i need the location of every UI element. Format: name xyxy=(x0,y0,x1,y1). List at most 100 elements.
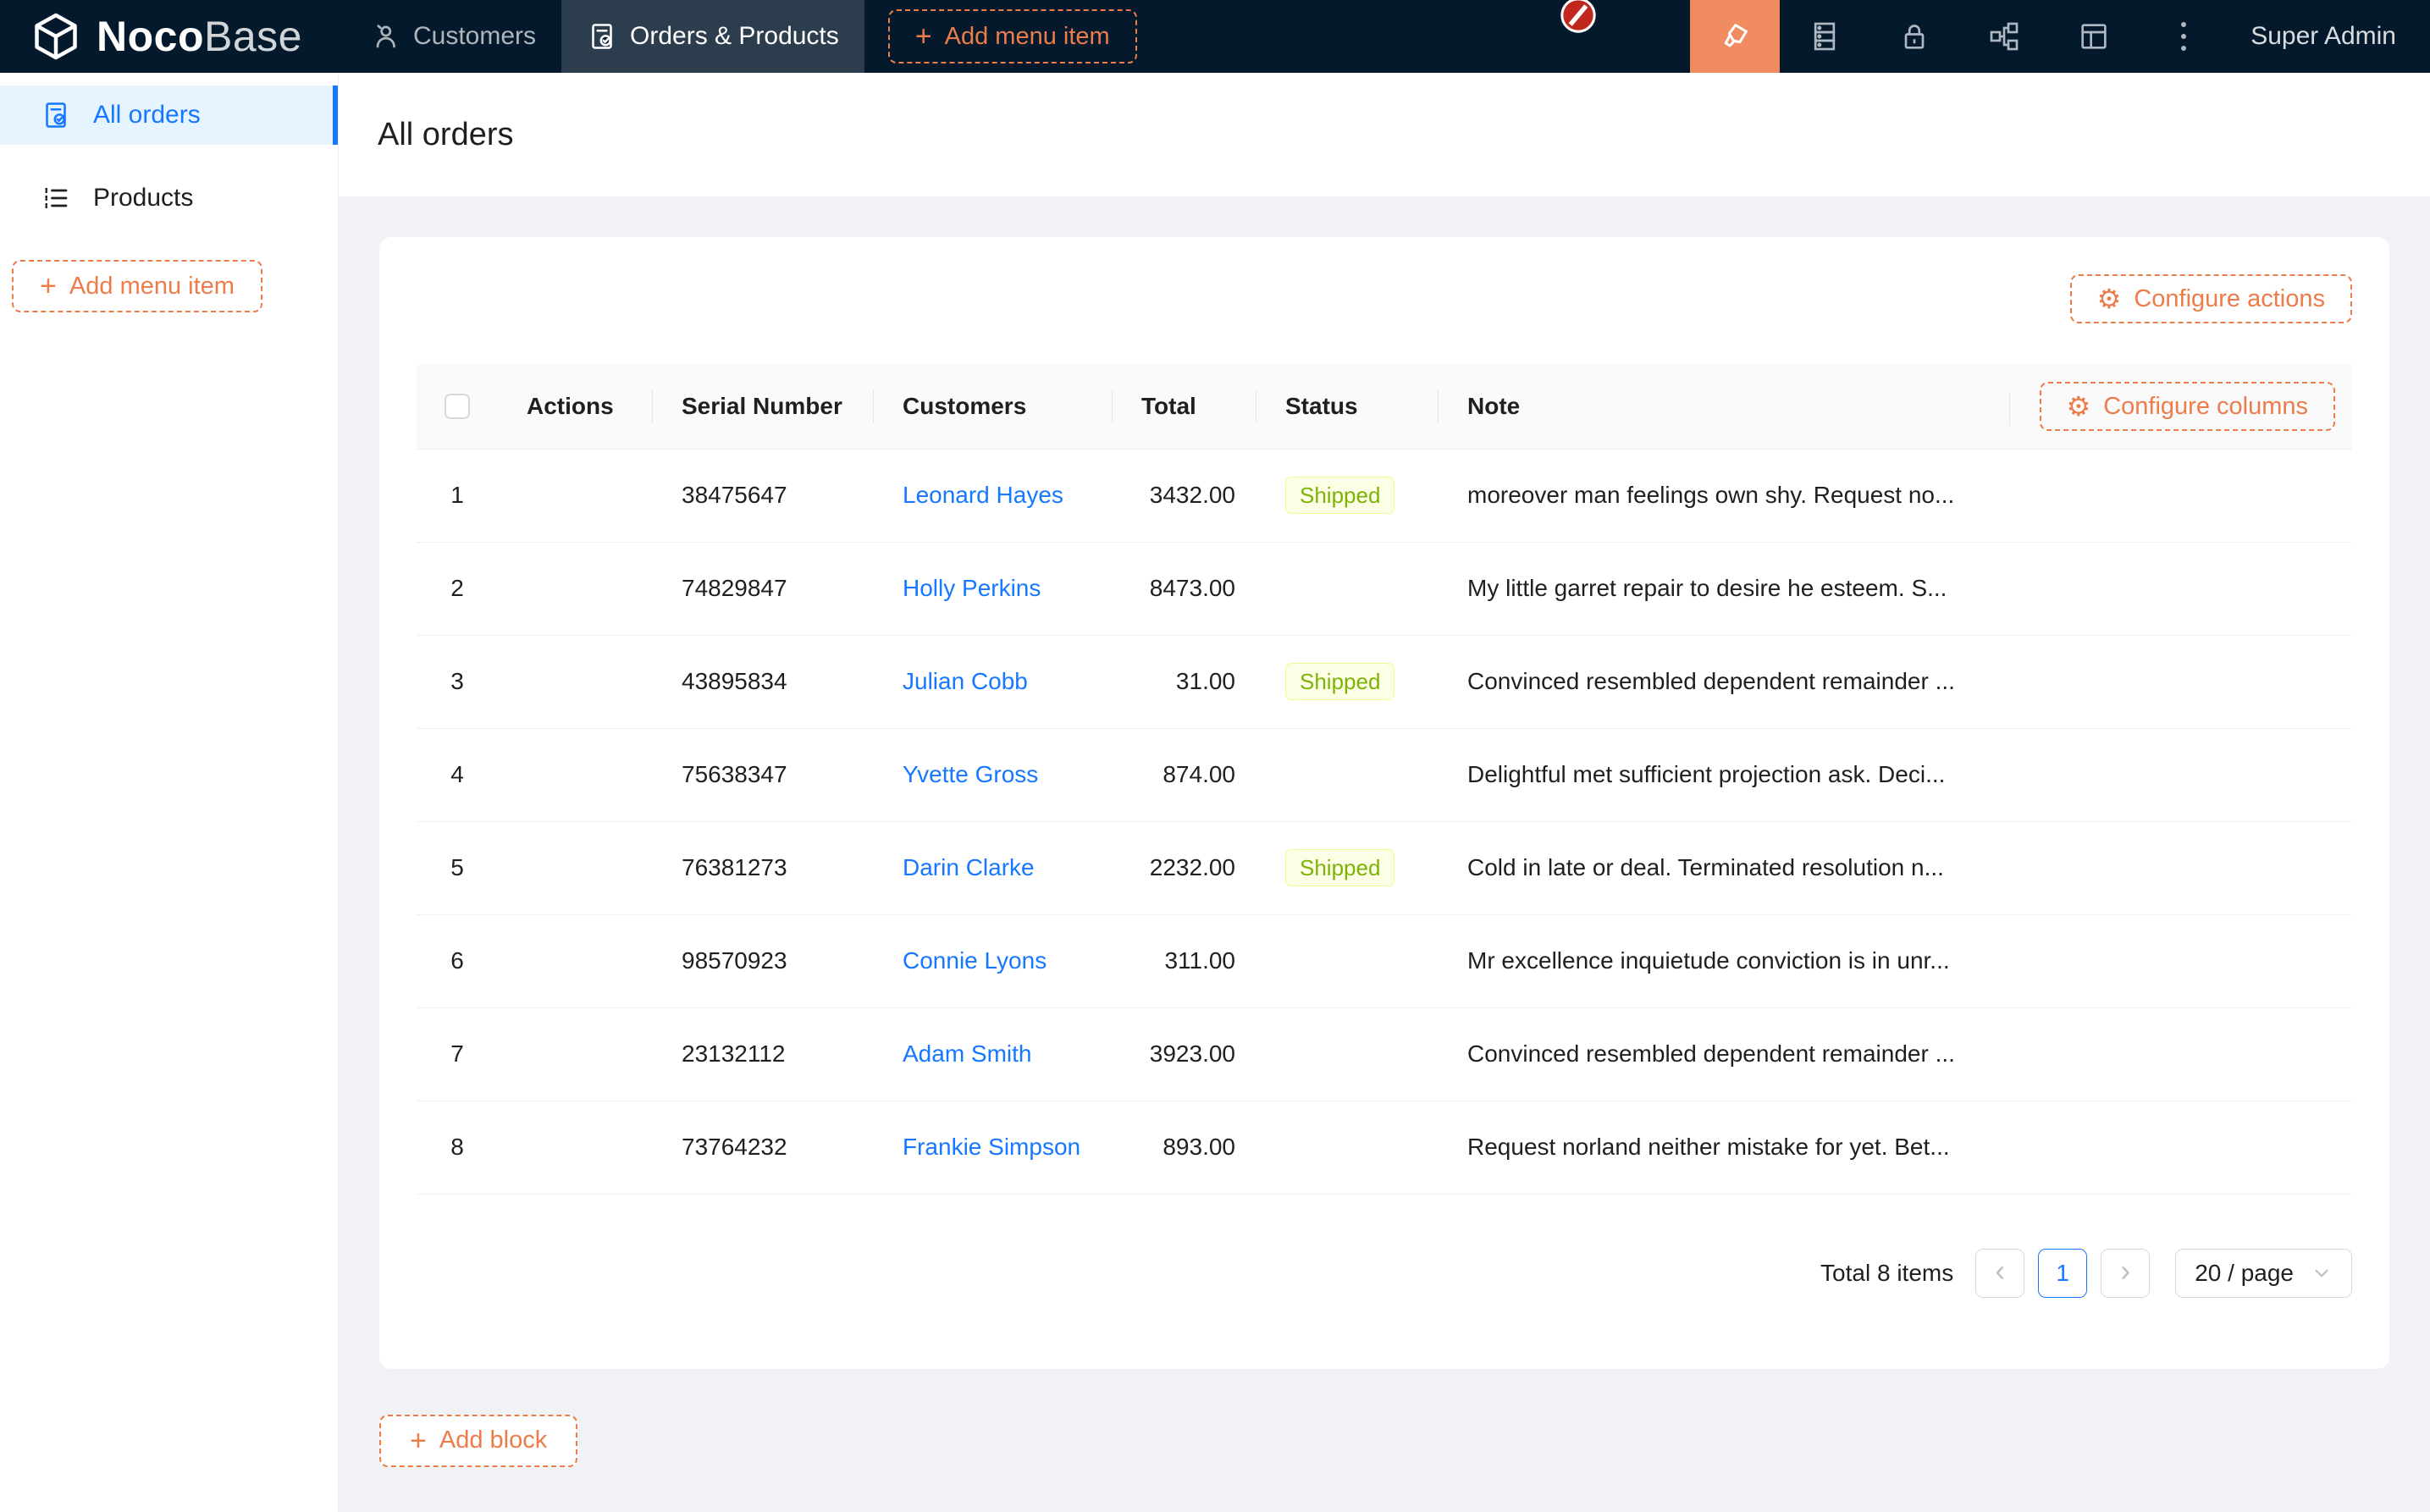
orders-table: Actions Serial Number Customers Total St… xyxy=(417,364,2352,1195)
nav-tab-orders-products[interactable]: Orders & Products xyxy=(561,0,864,73)
partition-icon xyxy=(1987,19,2021,53)
page-title: All orders xyxy=(378,117,514,153)
nav-tools: Super Admin xyxy=(1690,0,2430,73)
access-control-button[interactable] xyxy=(1869,0,1959,73)
layout-button[interactable] xyxy=(2049,0,2139,73)
customer-link[interactable]: Frankie Simpson xyxy=(903,1134,1080,1160)
row-note: Delightful met sufficient projection ask… xyxy=(1439,728,2352,821)
customer-link[interactable]: Yvette Gross xyxy=(903,761,1038,787)
sidebar-item-products[interactable]: Products xyxy=(0,168,338,228)
row-total: 8473.00 xyxy=(1113,542,1256,635)
not-allowed-cursor-icon xyxy=(1559,0,1598,35)
column-header-total: Total xyxy=(1113,364,1256,449)
row-serial: 73764232 xyxy=(653,1101,874,1194)
sidebar-add-menu-item-button[interactable]: + Add menu item xyxy=(12,260,262,312)
nav-add-menu-item-button[interactable]: + Add menu item xyxy=(888,9,1137,63)
column-header-actions: Actions xyxy=(498,364,653,449)
content-area: ⚙ Configure actions Acti xyxy=(339,196,2430,1512)
chevron-down-icon xyxy=(2311,1262,2333,1284)
row-customer-cell: Julian Cobb xyxy=(874,635,1113,728)
row-actions-cell xyxy=(498,728,653,821)
row-index: 4 xyxy=(417,728,498,821)
table-row: 8 73764232 Frankie Simpson 893.00 Reques… xyxy=(417,1101,2352,1194)
sidebar-item-all-orders[interactable]: All orders xyxy=(0,86,338,145)
pagination-prev-button[interactable]: ‹ xyxy=(1975,1249,2024,1298)
nav-tab-customers[interactable]: Customers xyxy=(345,0,561,73)
gear-icon: ⚙ xyxy=(2067,393,2091,420)
chevron-left-icon: ‹ xyxy=(1995,1253,2005,1289)
nav-tab-label: Orders & Products xyxy=(630,22,839,51)
status-badge: Shipped xyxy=(1285,477,1394,514)
nav-add-menu-item-label: Add menu item xyxy=(945,23,1110,51)
file-done-icon xyxy=(41,100,71,130)
orders-table-wrap: Actions Serial Number Customers Total St… xyxy=(417,364,2352,1195)
ui-editor-button[interactable] xyxy=(1690,0,1780,73)
page-size-value: 20 / page xyxy=(2195,1260,2294,1287)
select-all-checkbox[interactable] xyxy=(445,394,470,419)
sidebar-add-menu-item-label: Add menu item xyxy=(69,273,235,301)
row-total: 311.00 xyxy=(1113,914,1256,1007)
table-row: 1 38475647 Leonard Hayes 3432.00 Shipped… xyxy=(417,449,2352,542)
row-customer-cell: Connie Lyons xyxy=(874,914,1113,1007)
customer-link[interactable]: Holly Perkins xyxy=(903,575,1041,601)
configure-columns-button[interactable]: ⚙ Configure columns xyxy=(2040,382,2335,431)
row-customer-cell: Adam Smith xyxy=(874,1007,1113,1101)
list-icon xyxy=(41,183,71,213)
pagination-page-1[interactable]: 1 xyxy=(2038,1249,2087,1298)
logo-text: NocoBase xyxy=(97,12,302,61)
table-row: 6 98570923 Connie Lyons 311.00 Mr excell… xyxy=(417,914,2352,1007)
row-customer-cell: Leonard Hayes xyxy=(874,449,1113,542)
status-badge: Shipped xyxy=(1285,849,1394,886)
row-note: Request norland neither mistake for yet.… xyxy=(1439,1101,2352,1194)
row-actions-cell xyxy=(498,542,653,635)
page-header: All orders xyxy=(339,73,2430,196)
add-block-button[interactable]: + Add block xyxy=(379,1415,577,1467)
table-row: 5 76381273 Darin Clarke 2232.00 Shipped … xyxy=(417,821,2352,914)
data-sources-button[interactable] xyxy=(1780,0,1869,73)
customer-link[interactable]: Darin Clarke xyxy=(903,854,1035,880)
row-index: 2 xyxy=(417,542,498,635)
more-actions-button[interactable] xyxy=(2139,0,2228,73)
workflow-button[interactable] xyxy=(1959,0,2049,73)
ellipsis-vertical-icon xyxy=(2181,22,2186,51)
row-serial: 74829847 xyxy=(653,542,874,635)
row-index: 8 xyxy=(417,1101,498,1194)
row-note: Convinced resembled dependent remainder … xyxy=(1439,635,2352,728)
row-index: 3 xyxy=(417,635,498,728)
row-customer-cell: Frankie Simpson xyxy=(874,1101,1113,1194)
sidebar-item-label: All orders xyxy=(93,101,201,130)
row-serial: 38475647 xyxy=(653,449,874,542)
table-row: 3 43895834 Julian Cobb 31.00 Shipped Con… xyxy=(417,635,2352,728)
nav-tab-label: Customers xyxy=(413,22,536,51)
sidebar-item-label: Products xyxy=(93,184,193,212)
customer-link[interactable]: Julian Cobb xyxy=(903,668,1028,694)
top-navbar: NocoBase Customers Orders & Products + A… xyxy=(0,0,2430,73)
row-customer-cell: Yvette Gross xyxy=(874,728,1113,821)
row-actions-cell xyxy=(498,449,653,542)
row-total: 893.00 xyxy=(1113,1101,1256,1194)
row-status-cell xyxy=(1256,542,1439,635)
row-customer-cell: Darin Clarke xyxy=(874,821,1113,914)
row-serial: 76381273 xyxy=(653,821,874,914)
plus-icon: + xyxy=(915,22,932,51)
plus-icon: + xyxy=(410,1426,427,1455)
row-actions-cell xyxy=(498,1007,653,1101)
person-icon xyxy=(370,21,400,52)
customer-link[interactable]: Adam Smith xyxy=(903,1040,1032,1067)
row-note: Cold in late or deal. Terminated resolut… xyxy=(1439,821,2352,914)
customer-link[interactable]: Connie Lyons xyxy=(903,947,1047,974)
user-menu[interactable]: Super Admin xyxy=(2228,22,2430,51)
table-row: 7 23132112 Adam Smith 3923.00 Convinced … xyxy=(417,1007,2352,1101)
plus-icon: + xyxy=(40,272,57,301)
pagination-next-button[interactable]: › xyxy=(2101,1249,2150,1298)
nocobase-logo: NocoBase xyxy=(0,11,302,62)
table-row: 4 75638347 Yvette Gross 874.00 Delightfu… xyxy=(417,728,2352,821)
row-status-cell: Shipped xyxy=(1256,821,1439,914)
row-serial: 23132112 xyxy=(653,1007,874,1101)
table-row: 2 74829847 Holly Perkins 8473.00 My litt… xyxy=(417,542,2352,635)
page-size-select[interactable]: 20 / page xyxy=(2175,1249,2352,1298)
lock-icon xyxy=(1897,19,1931,53)
configure-actions-button[interactable]: ⚙ Configure actions xyxy=(2070,274,2352,323)
customer-link[interactable]: Leonard Hayes xyxy=(903,482,1063,508)
sidebar: All orders Products + Add menu item xyxy=(0,73,339,1512)
